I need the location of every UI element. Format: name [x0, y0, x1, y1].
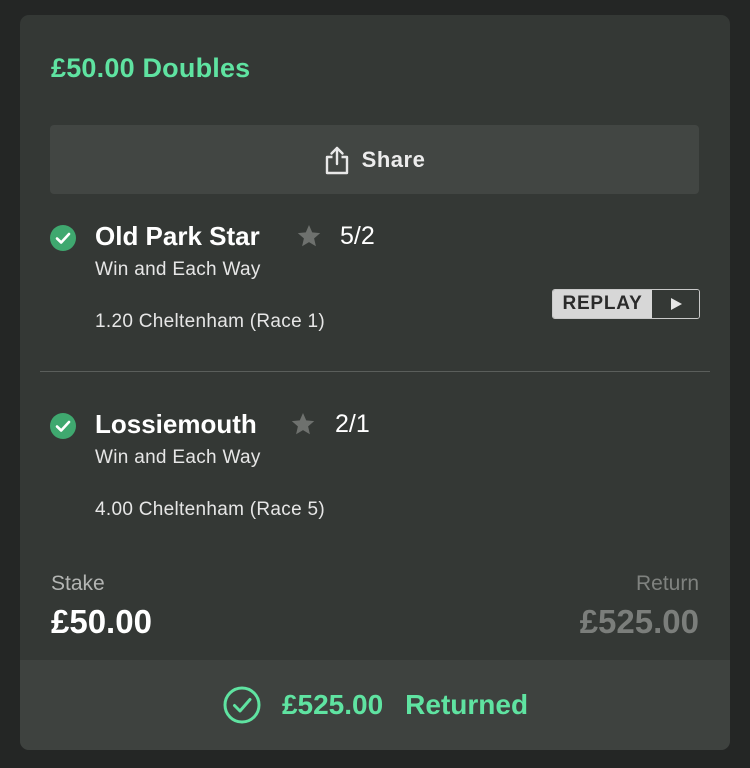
return-value: £525.00 — [579, 603, 699, 640]
replay-label: REPLAY — [553, 290, 652, 318]
check-circle-icon — [50, 225, 76, 251]
market-type: Win and Each Way — [95, 259, 261, 280]
star-icon[interactable] — [290, 411, 316, 437]
bet-card: £50.00 Doubles Share Old Park Star 5/2 W… — [20, 15, 730, 750]
stake-label: Stake — [51, 572, 105, 595]
race-info: 4.00 Cheltenham (Race 5) — [95, 499, 326, 520]
play-icon — [652, 290, 699, 318]
market-type: Win and Each Way — [95, 447, 261, 468]
bet-title: £50.00 Doubles — [51, 53, 251, 83]
replay-button[interactable]: REPLAY — [552, 289, 700, 319]
selection-lossiemouth: Lossiemouth 2/1 Win and Each Way 4.00 Ch… — [20, 405, 730, 555]
stake-value: £50.00 — [51, 603, 152, 640]
selection-divider — [40, 371, 710, 372]
return-label: Return — [635, 572, 699, 595]
odds: 5/2 — [340, 222, 375, 250]
share-icon — [325, 146, 348, 174]
odds: 2/1 — [335, 410, 370, 438]
share-label: Share — [361, 146, 426, 172]
selection-old-park-star: Old Park Star 5/2 Win and Each Way 1.20 … — [20, 217, 730, 367]
race-info: 1.20 Cheltenham (Race 1) — [95, 311, 326, 332]
returned-banner: £525.00 Returned — [20, 660, 730, 750]
star-icon[interactable] — [296, 223, 322, 249]
share-button[interactable]: Share — [50, 125, 699, 194]
horse-name: Old Park Star — [95, 221, 260, 251]
check-circle-outline-icon — [223, 686, 261, 724]
horse-name: Lossiemouth — [95, 409, 257, 439]
returned-amount: £525.00 — [281, 689, 384, 720]
check-circle-icon — [50, 413, 76, 439]
returned-status: Returned — [405, 689, 529, 720]
